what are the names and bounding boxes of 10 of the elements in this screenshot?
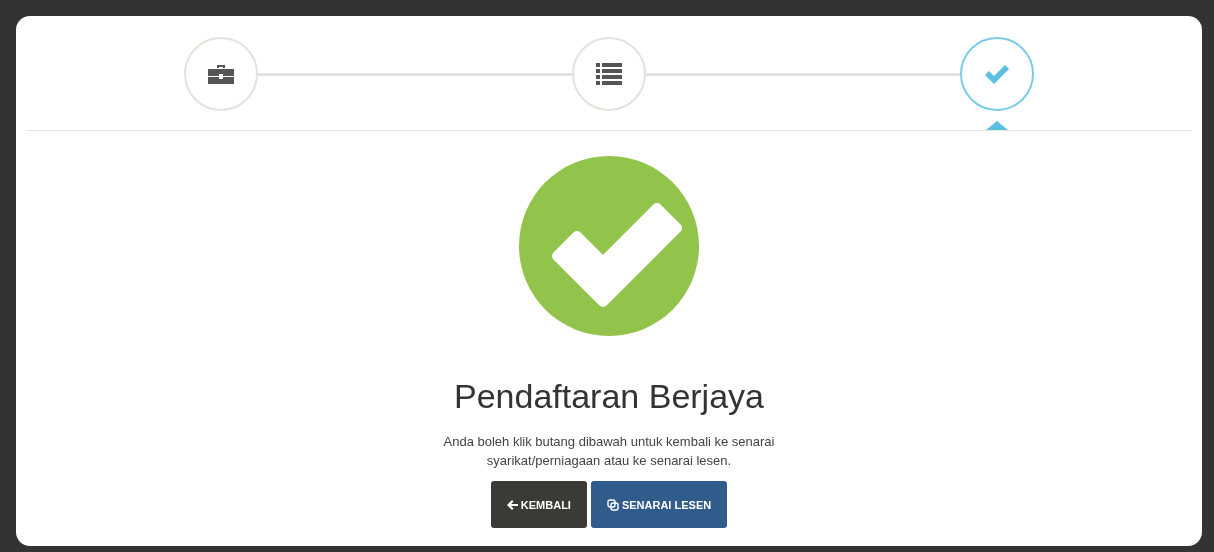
copy-icon — [606, 498, 619, 511]
briefcase-icon — [207, 63, 235, 85]
success-title: Pendaftaran Berjaya — [454, 376, 764, 417]
back-button[interactable]: KEMBALI — [490, 481, 587, 528]
success-message: Anda boleh klik butang dibawah untuk kembali ke senarai syarikat/perniagaan atau ke senarai lesen. — [442, 433, 776, 470]
list-icon — [596, 62, 622, 86]
checkmark-icon — [983, 63, 1011, 85]
license-list-button[interactable]: SENARAI LESEN — [590, 481, 728, 528]
success-check-icon — [519, 156, 699, 336]
arrow-left-icon — [506, 499, 518, 510]
